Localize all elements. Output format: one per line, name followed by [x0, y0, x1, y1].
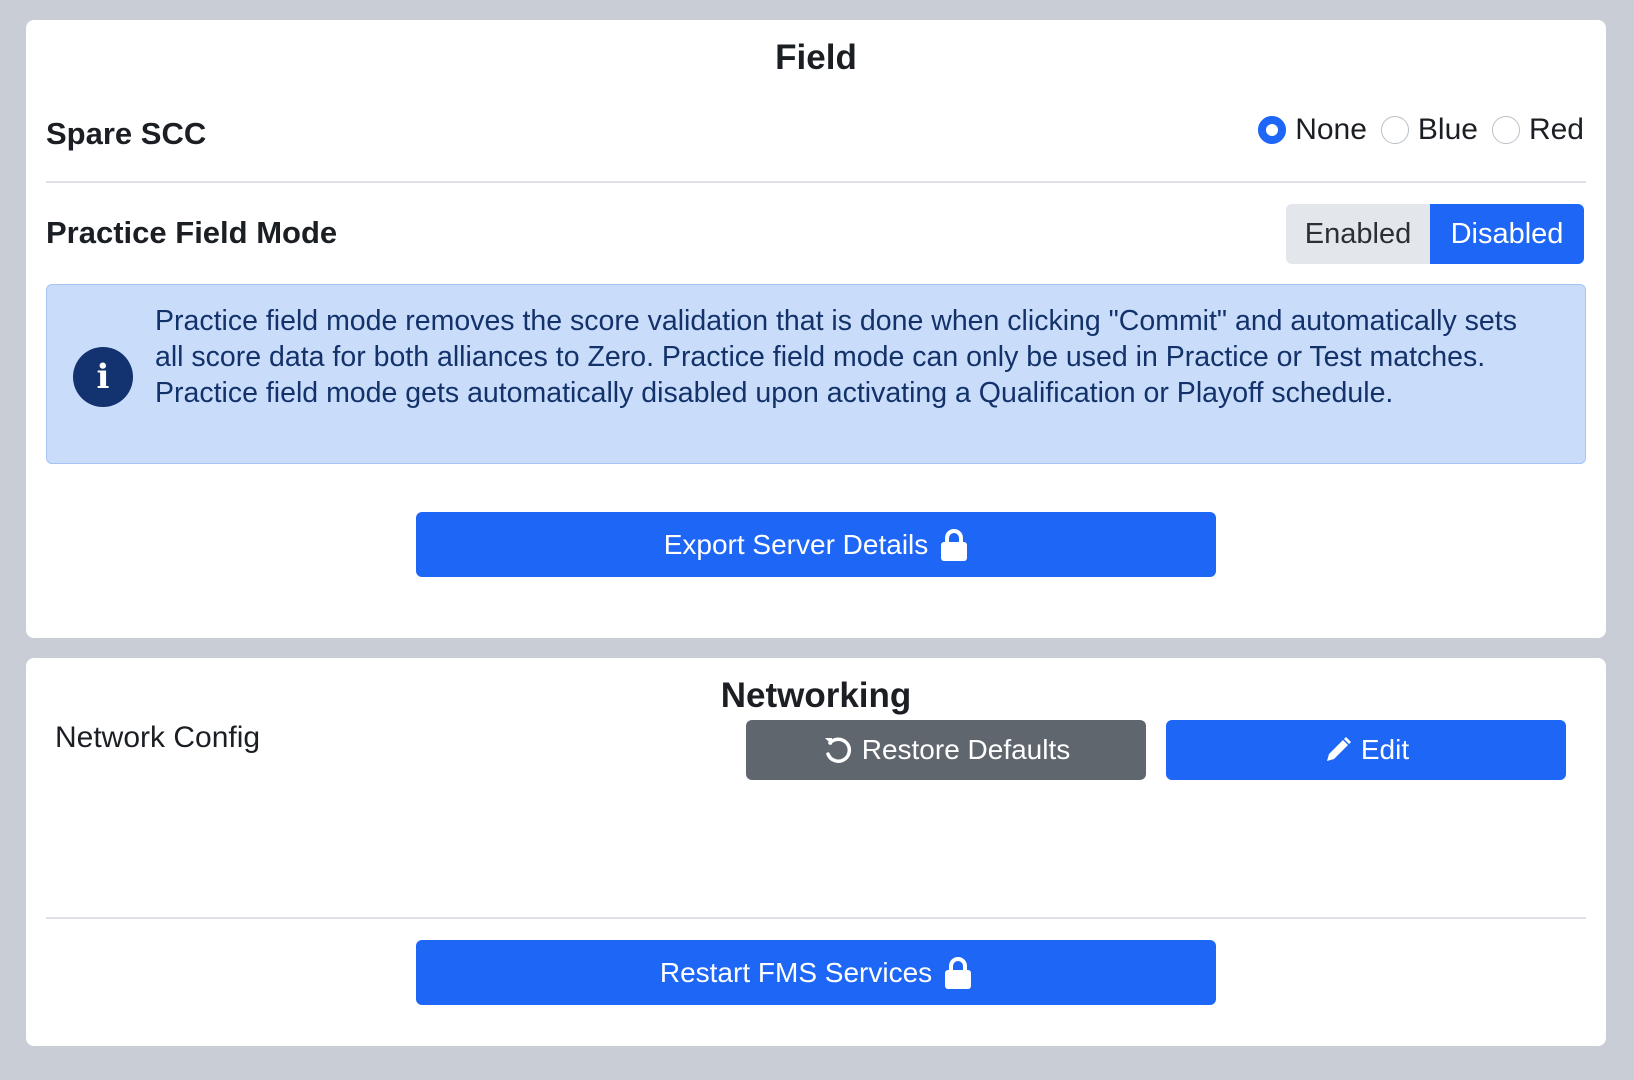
radio-red-circle[interactable] [1491, 116, 1520, 144]
radio-none[interactable]: None [1258, 113, 1367, 147]
radio-red[interactable]: Red [1491, 113, 1584, 147]
restore-defaults-label: Restore Defaults [861, 734, 1071, 765]
export-server-details-label: Export Server Details [663, 528, 929, 560]
edit-label: Edit [1360, 734, 1410, 765]
edit-button[interactable]: Edit [1166, 720, 1566, 780]
radio-blue-circle[interactable] [1380, 116, 1409, 144]
practice-field-mode-label: Practice Field Mode [46, 215, 338, 250]
networking-title: Networking [720, 676, 912, 715]
restore-defaults-button[interactable]: Restore Defaults [746, 720, 1146, 780]
practice-disabled-button[interactable]: Disabled [1430, 204, 1584, 264]
info-icon: i [73, 347, 133, 407]
divider [46, 181, 1586, 183]
practice-mode-toggle: Enabled Disabled [1286, 204, 1584, 264]
practice-info-text: Practice field mode removes the score va… [155, 305, 1517, 409]
network-config-label: Network Config [55, 721, 261, 754]
practice-enabled-button[interactable]: Enabled [1286, 204, 1430, 264]
spare-scc-radio-group: None Blue Red [1244, 113, 1584, 147]
restart-fms-services-label: Restart FMS Services [659, 956, 933, 988]
field-card: Field Spare SCC None Blue Red Practice F… [26, 20, 1606, 638]
lock-icon [945, 956, 972, 989]
radio-blue[interactable]: Blue [1380, 113, 1478, 147]
radio-none-circle[interactable] [1258, 116, 1287, 144]
divider [46, 917, 1586, 919]
radio-none-label: None [1295, 113, 1367, 146]
restart-fms-services-button[interactable]: Restart FMS Services [416, 940, 1216, 1005]
lock-icon [941, 528, 968, 561]
networking-card: Networking Network Config Restore Defaul… [26, 658, 1606, 1046]
pencil-icon [1326, 737, 1351, 761]
field-title: Field [775, 38, 857, 77]
spare-scc-label: Spare SCC [46, 116, 207, 151]
practice-info-alert: i Practice field mode removes the score … [46, 284, 1586, 464]
radio-red-label: Red [1528, 113, 1584, 146]
export-server-details-button[interactable]: Export Server Details [416, 512, 1216, 577]
radio-blue-label: Blue [1417, 113, 1478, 146]
undo-icon [824, 737, 851, 763]
